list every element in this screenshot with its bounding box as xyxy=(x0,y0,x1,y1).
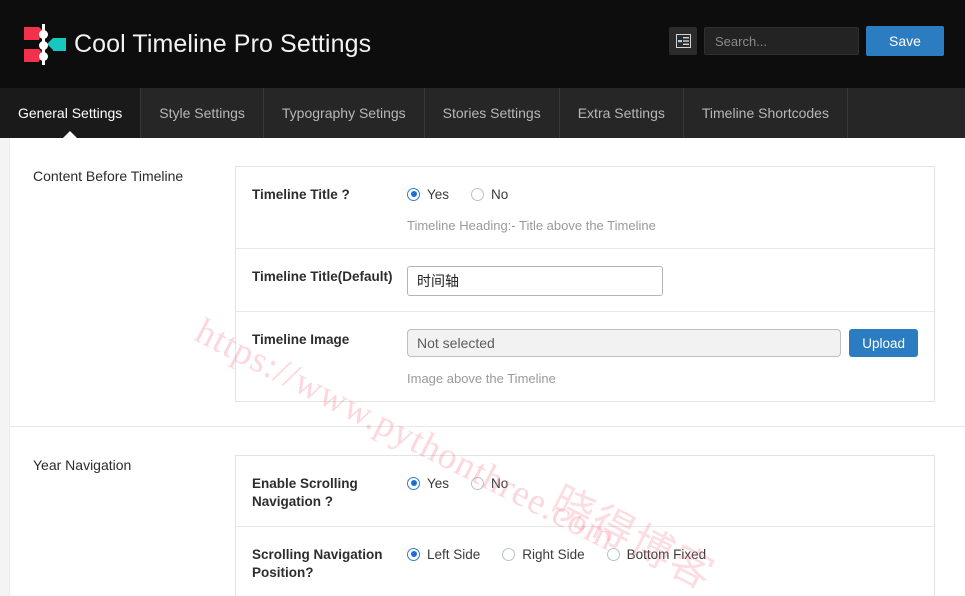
field-timeline-title-default: Timeline Title(Default) xyxy=(236,249,934,312)
radio-indicator[interactable] xyxy=(407,476,420,490)
tab-extra-settings[interactable]: Extra Settings xyxy=(560,88,684,138)
logo-dot-top xyxy=(39,30,48,39)
field-label: Enable Scrolling Navigation ? xyxy=(252,476,358,509)
field-label: Timeline Title(Default) xyxy=(252,269,393,284)
tab-label: General Settings xyxy=(18,105,123,121)
radio-label: No xyxy=(491,475,509,491)
field-label: Scrolling Navigation Position? xyxy=(252,547,383,580)
radio-indicator[interactable] xyxy=(471,187,485,201)
indent-list-icon[interactable] xyxy=(669,27,697,55)
field-label: Timeline Image xyxy=(252,332,350,347)
field-label: Timeline Title ? xyxy=(252,187,350,202)
tab-stories-settings[interactable]: Stories Settings xyxy=(425,88,560,138)
page-title: Cool Timeline Pro Settings xyxy=(74,29,372,58)
field-help-text: Timeline Heading:- Title above the Timel… xyxy=(407,218,656,233)
radio-label: Yes xyxy=(427,186,450,202)
radio-label: Yes xyxy=(427,475,450,491)
field-timeline-image: Timeline Image Not selected Upload Image… xyxy=(236,312,934,401)
radio-option-right-side[interactable]: Right Side xyxy=(502,546,585,562)
timeline-logo-icon xyxy=(22,20,66,68)
radio-indicator[interactable] xyxy=(471,476,485,490)
search-input[interactable] xyxy=(704,27,859,55)
field-scrolling-navigation-position: Scrolling Navigation Position? Left Side… xyxy=(236,527,934,596)
brand: Cool Timeline Pro Settings xyxy=(22,20,371,68)
settings-panel: Timeline Title ? Yes No Timeline Heading… xyxy=(235,166,935,402)
radio-option-left-side[interactable]: Left Side xyxy=(407,547,480,562)
selected-file-display[interactable]: Not selected xyxy=(407,329,842,357)
settings-page: Cool Timeline Pro Settings Save General … xyxy=(0,0,965,596)
timeline-title-input[interactable] xyxy=(407,266,663,296)
left-rail xyxy=(0,138,10,596)
tab-typography-settings[interactable]: Typography Setings xyxy=(264,88,425,138)
logo-dot-bottom xyxy=(39,52,48,61)
radio-option-yes[interactable]: Yes xyxy=(407,187,449,202)
logo-dot-middle xyxy=(39,41,48,50)
radio-label: No xyxy=(491,186,509,202)
radio-option-no[interactable]: No xyxy=(471,187,508,202)
logo-flag-red-bottom xyxy=(24,49,45,62)
header-actions: Save xyxy=(669,26,944,56)
upload-row: Not selected Upload xyxy=(407,329,918,357)
radio-label: Bottom Fixed xyxy=(626,546,707,562)
logo-flag-teal xyxy=(47,38,66,51)
tab-label: Timeline Shortcodes xyxy=(701,105,829,121)
app-header: Cool Timeline Pro Settings Save xyxy=(0,0,965,88)
radio-group-enable-scrolling: Yes No xyxy=(407,473,918,493)
settings-panel: Enable Scrolling Navigation ? Yes No Scr… xyxy=(235,455,935,596)
radio-option-yes[interactable]: Yes xyxy=(407,476,449,491)
tab-general-settings[interactable]: General Settings xyxy=(0,88,142,139)
radio-label: Right Side xyxy=(522,546,585,562)
section-content-before-timeline: Content Before Timeline Timeline Title ?… xyxy=(0,138,965,427)
tab-style-settings[interactable]: Style Settings xyxy=(141,88,264,138)
section-title: Content Before Timeline xyxy=(33,168,184,184)
field-enable-scrolling-navigation: Enable Scrolling Navigation ? Yes No xyxy=(236,456,934,527)
field-help-text: Image above the Timeline xyxy=(407,371,556,386)
upload-button[interactable]: Upload xyxy=(849,329,918,357)
radio-indicator[interactable] xyxy=(606,547,620,561)
radio-indicator[interactable] xyxy=(407,547,420,561)
tab-label: Extra Settings xyxy=(577,105,665,121)
radio-group-navigation-position: Left Side Right Side Bottom Fixed xyxy=(407,544,918,564)
field-control: Yes No xyxy=(407,473,918,493)
field-control: Not selected Upload Image above the Time… xyxy=(407,329,918,386)
radio-label: Left Side xyxy=(427,546,481,562)
radio-group-timeline-title: Yes No xyxy=(407,184,918,204)
radio-indicator[interactable] xyxy=(407,187,420,201)
radio-option-bottom-fixed[interactable]: Bottom Fixed xyxy=(606,546,707,562)
section-year-navigation: Year Navigation Enable Scrolling Navigat… xyxy=(0,427,965,596)
field-timeline-title: Timeline Title ? Yes No Timeline Heading… xyxy=(236,167,934,249)
tab-label: Style Settings xyxy=(159,105,245,121)
save-button[interactable]: Save xyxy=(866,26,944,56)
section-title: Year Navigation xyxy=(33,457,132,473)
radio-option-no[interactable]: No xyxy=(471,476,508,491)
field-control xyxy=(407,266,918,296)
tab-timeline-shortcodes[interactable]: Timeline Shortcodes xyxy=(684,88,848,138)
field-control: Yes No Timeline Heading:- Title above th… xyxy=(407,184,918,233)
tab-label: Stories Settings xyxy=(442,105,541,121)
logo-flag-red-top xyxy=(24,27,45,40)
field-control: Left Side Right Side Bottom Fixed xyxy=(407,544,918,564)
settings-content: Content Before Timeline Timeline Title ?… xyxy=(0,138,965,596)
tab-label: Typography Setings xyxy=(281,105,406,121)
radio-indicator[interactable] xyxy=(502,547,516,561)
settings-tabbar: General Settings Style Settings Typograp… xyxy=(0,88,965,139)
